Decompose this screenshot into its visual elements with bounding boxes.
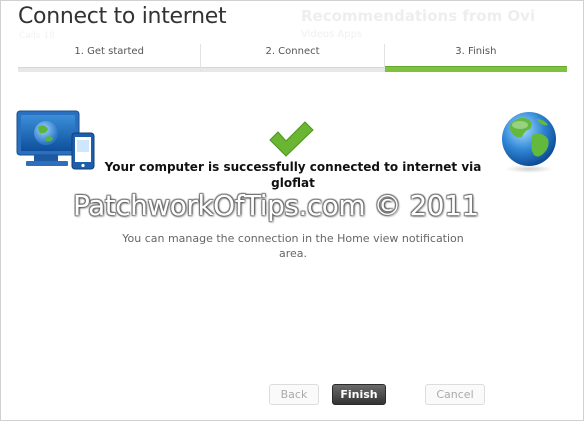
background-heading: Recommendations from Ovi bbox=[301, 7, 536, 25]
dialog-title: Connect to internet bbox=[18, 4, 227, 29]
background-subtext: Videos Apps bbox=[301, 29, 363, 40]
step-progress-bar bbox=[18, 67, 201, 72]
step-get-started: 1. Get started bbox=[18, 44, 202, 72]
info-message: You can manage the connection in the Hom… bbox=[122, 232, 464, 260]
watermark: PatchworkOfTips.com © 2011 bbox=[73, 189, 479, 222]
step-label: 2. Connect bbox=[265, 46, 320, 57]
back-button[interactable]: Back bbox=[269, 384, 319, 405]
computer-phone-icon bbox=[16, 110, 95, 170]
checkmark-icon bbox=[269, 121, 314, 157]
step-connect: 2. Connect bbox=[201, 44, 385, 72]
globe-icon bbox=[502, 112, 556, 173]
step-label: 1. Get started bbox=[74, 46, 144, 57]
step-finish: 3. Finish bbox=[384, 44, 567, 72]
step-progress-bar bbox=[201, 67, 384, 72]
finish-button[interactable]: Finish bbox=[332, 384, 386, 405]
step-progress-bar bbox=[384, 66, 567, 72]
cancel-button[interactable]: Cancel bbox=[425, 384, 485, 405]
background-subtext-left: Calls 18 bbox=[19, 31, 55, 41]
step-label: 3. Finish bbox=[455, 46, 497, 57]
dialog-window: Recommendations from Ovi Videos Apps Cal… bbox=[0, 0, 584, 421]
success-message: Your computer is successfully connected … bbox=[104, 160, 482, 190]
wizard-steps: 1. Get started 2. Connect 3. Finish bbox=[18, 44, 567, 72]
